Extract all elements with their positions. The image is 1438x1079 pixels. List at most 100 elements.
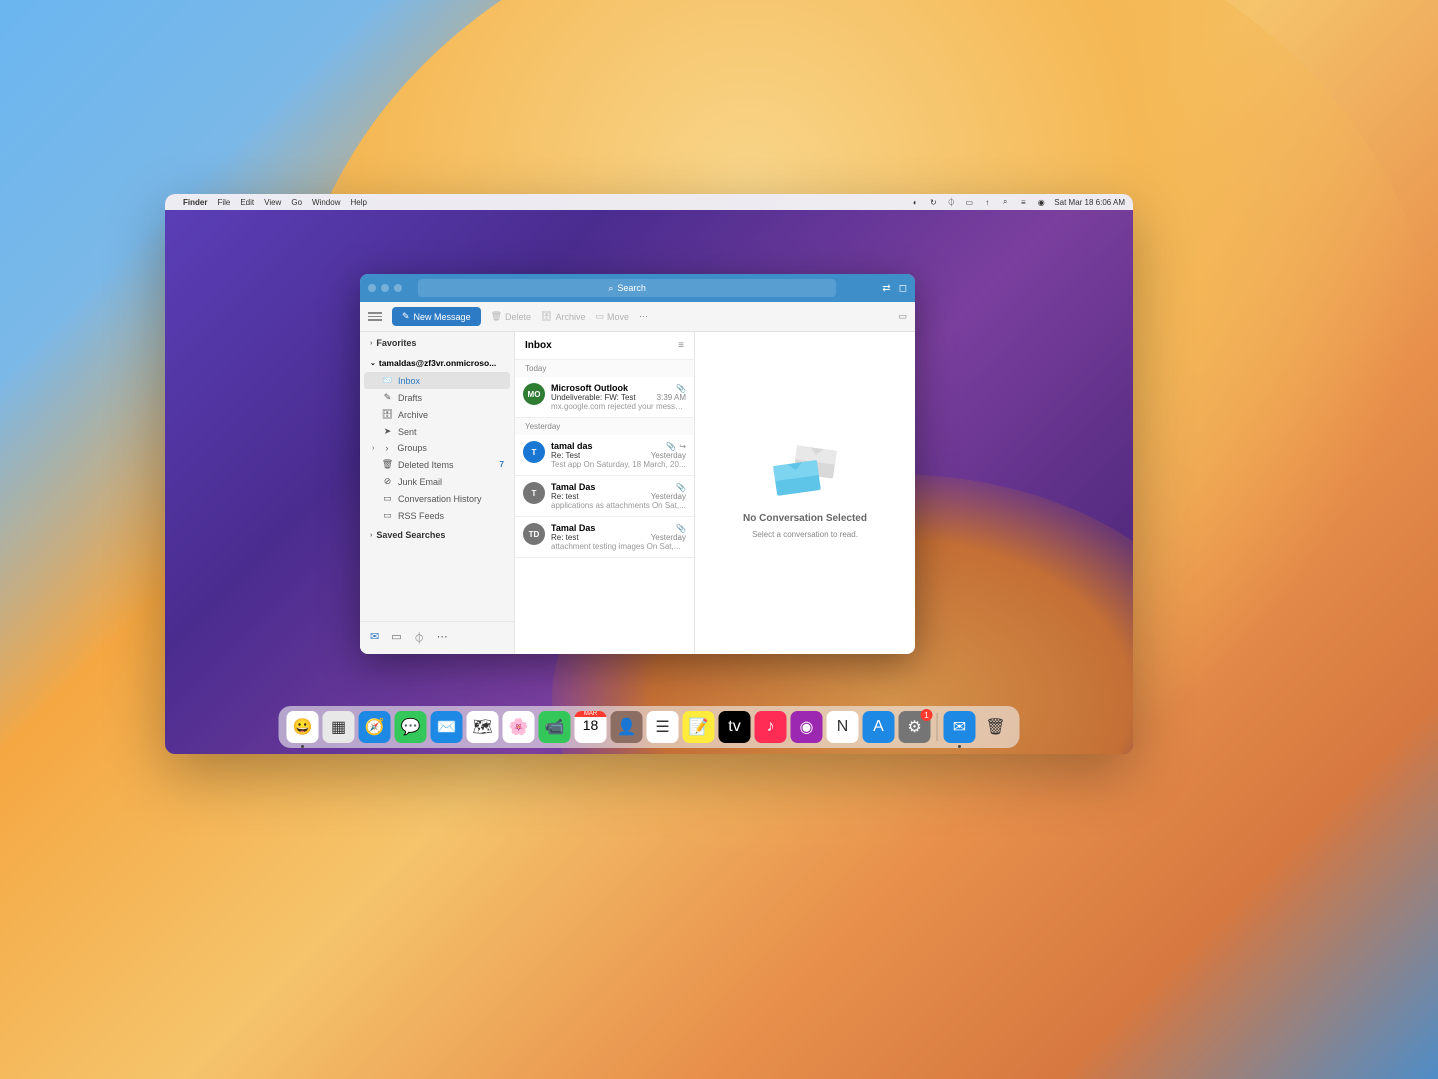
status-icon[interactable]: ◐ bbox=[910, 197, 920, 207]
display-icon[interactable]: ▭ bbox=[964, 197, 974, 207]
account-label: tamaldas@zf3vr.onmicroso... bbox=[379, 358, 496, 368]
dock-reminders[interactable]: ☰ bbox=[647, 711, 679, 743]
siri-icon[interactable]: ◉ bbox=[1036, 197, 1046, 207]
dock-contacts[interactable]: 👤 bbox=[611, 711, 643, 743]
pane-toggle-button[interactable]: ▭ bbox=[898, 311, 907, 322]
delete-button[interactable]: 🗑 Delete bbox=[491, 311, 531, 322]
send-receive-icon[interactable]: ⇄ bbox=[882, 283, 890, 294]
more-nav-icon[interactable]: ⋯ bbox=[437, 630, 448, 646]
menubar-app[interactable]: Finder bbox=[183, 198, 207, 207]
dock-music[interactable]: ♪ bbox=[755, 711, 787, 743]
folder-inbox[interactable]: 📨Inbox bbox=[364, 372, 510, 389]
folder-icon: ▭ bbox=[382, 493, 393, 504]
calendar-nav-icon[interactable]: ▭ bbox=[391, 630, 401, 646]
message-time: 3:39 AM bbox=[657, 393, 686, 402]
dock: 😀▦🧭💬✉️🗺🌸📹MAR18👤☰📝tv♪◉NA⚙1 ✉🗑 bbox=[279, 706, 1020, 748]
menu-window[interactable]: Window bbox=[312, 198, 340, 207]
message-sender: Tamal Das bbox=[551, 523, 595, 533]
folder-icon: 🗄 bbox=[382, 409, 393, 420]
dock-facetime[interactable]: 📹 bbox=[539, 711, 571, 743]
folder-label: Archive bbox=[398, 410, 428, 420]
menu-go[interactable]: Go bbox=[291, 198, 302, 207]
new-message-label: New Message bbox=[414, 312, 471, 322]
dock-finder[interactable]: 😀 bbox=[287, 711, 319, 743]
message-time: Yesterday bbox=[651, 492, 686, 501]
sidebar-nav-bottom: ✉ ▭ ⏀ ⋯ bbox=[360, 621, 514, 654]
timemachine-icon[interactable]: ↻ bbox=[928, 197, 938, 207]
folder-deleted-items[interactable]: 🗑Deleted Items7 bbox=[360, 456, 514, 473]
dock-trash[interactable]: 🗑 bbox=[980, 711, 1012, 743]
filter-button[interactable]: ≡ bbox=[678, 340, 684, 351]
folder-archive[interactable]: 🗄 Archive bbox=[360, 406, 514, 423]
favorites-section[interactable]: › Favorites bbox=[360, 332, 514, 354]
unread-badge: 7 bbox=[500, 460, 504, 469]
dock-maps[interactable]: 🗺 bbox=[467, 711, 499, 743]
menu-help[interactable]: Help bbox=[350, 198, 366, 207]
folder-icon: ✎ bbox=[382, 392, 393, 403]
more-button[interactable]: ⋯ bbox=[639, 311, 648, 322]
dock-safari[interactable]: 🧭 bbox=[359, 711, 391, 743]
archive-button[interactable]: 🗄 Archive bbox=[541, 311, 585, 322]
chevron-down-icon: ⌄ bbox=[370, 359, 376, 367]
dock-mail[interactable]: ✉️ bbox=[431, 711, 463, 743]
dock-photos[interactable]: 🌸 bbox=[503, 711, 535, 743]
message-item[interactable]: TTamal Das📎Re: testYesterdayapplications… bbox=[515, 476, 694, 517]
message-sender: Microsoft Outlook bbox=[551, 383, 628, 393]
folder-junk-email[interactable]: ⊘Junk Email bbox=[360, 473, 514, 490]
folder-icon: ➤ bbox=[382, 426, 393, 437]
message-item[interactable]: MOMicrosoft Outlook📎Undeliverable: FW: T… bbox=[515, 377, 694, 418]
message-item[interactable]: Ttamal das📎↪Re: TestYesterdayTest app On… bbox=[515, 435, 694, 476]
avatar: T bbox=[523, 441, 545, 463]
mail-nav-icon[interactable]: ✉ bbox=[370, 630, 379, 646]
control-center-icon[interactable]: ≡ bbox=[1018, 197, 1028, 207]
dock-appstore[interactable]: A bbox=[863, 711, 895, 743]
dock-podcasts[interactable]: ◉ bbox=[791, 711, 823, 743]
menubar-datetime[interactable]: Sat Mar 18 6:06 AM bbox=[1054, 198, 1125, 207]
folder-label: Drafts bbox=[398, 393, 422, 403]
search-field[interactable]: ⌕ Search bbox=[418, 279, 836, 297]
attachment-icon: 📎 bbox=[666, 442, 676, 451]
dock-tv[interactable]: tv bbox=[719, 711, 751, 743]
traffic-lights[interactable] bbox=[368, 284, 402, 292]
folder-conversation-history[interactable]: ▭Conversation History bbox=[360, 490, 514, 507]
menubar: Finder File Edit View Go Window Help ◐ ↻… bbox=[165, 194, 1133, 210]
user-icon[interactable]: ⏀ bbox=[946, 197, 956, 207]
menu-edit[interactable]: Edit bbox=[240, 198, 254, 207]
folder-drafts[interactable]: ✎ Drafts bbox=[360, 389, 514, 406]
dock-notes[interactable]: 📝 bbox=[683, 711, 715, 743]
trash-icon: 🗑 bbox=[491, 311, 502, 322]
people-nav-icon[interactable]: ⏀ bbox=[414, 630, 425, 646]
dock-launchpad[interactable]: ▦ bbox=[323, 711, 355, 743]
bluetooth-icon[interactable]: ↑ bbox=[982, 197, 992, 207]
forward-icon: ↪ bbox=[679, 442, 686, 451]
move-button[interactable]: ▭ Move bbox=[595, 311, 629, 322]
saved-searches-section[interactable]: › Saved Searches bbox=[360, 524, 514, 546]
mac-desktop: Finder File Edit View Go Window Help ◐ ↻… bbox=[165, 194, 1133, 754]
folder-rss-feeds[interactable]: ▭RSS Feeds bbox=[360, 507, 514, 524]
favorites-label: Favorites bbox=[376, 338, 416, 348]
account-header[interactable]: ⌄ tamaldas@zf3vr.onmicroso... bbox=[360, 354, 514, 372]
bell-icon[interactable]: ◻ bbox=[899, 283, 907, 294]
compose-icon: ✎ bbox=[402, 311, 410, 322]
dock-calendar[interactable]: MAR18 bbox=[575, 711, 607, 743]
menu-file[interactable]: File bbox=[217, 198, 230, 207]
spotlight-icon[interactable]: ⌕ bbox=[1000, 197, 1010, 207]
attachment-icon: 📎 bbox=[676, 384, 686, 393]
folder-label: RSS Feeds bbox=[398, 511, 444, 521]
dock-outlook[interactable]: ✉ bbox=[944, 711, 976, 743]
message-item[interactable]: TDTamal Das📎Re: testYesterdayattachment … bbox=[515, 517, 694, 558]
folder-sent[interactable]: ➤Sent bbox=[360, 423, 514, 440]
new-message-button[interactable]: ✎ New Message bbox=[392, 307, 481, 326]
menu-view[interactable]: View bbox=[264, 198, 281, 207]
dock-news[interactable]: N bbox=[827, 711, 859, 743]
hamburger-button[interactable] bbox=[368, 312, 382, 321]
dock-messages[interactable]: 💬 bbox=[395, 711, 427, 743]
folder-sidebar: › Favorites ⌄ tamaldas@zf3vr.onmicroso..… bbox=[360, 332, 515, 654]
message-time: Yesterday bbox=[651, 533, 686, 542]
reading-empty-title: No Conversation Selected bbox=[743, 513, 867, 524]
dock-settings[interactable]: ⚙1 bbox=[899, 711, 931, 743]
archive-icon: 🗄 bbox=[541, 311, 552, 322]
folder-groups[interactable]: ››Groups bbox=[360, 440, 514, 456]
folder-label: Junk Email bbox=[398, 477, 442, 487]
message-sender: tamal das bbox=[551, 441, 593, 451]
